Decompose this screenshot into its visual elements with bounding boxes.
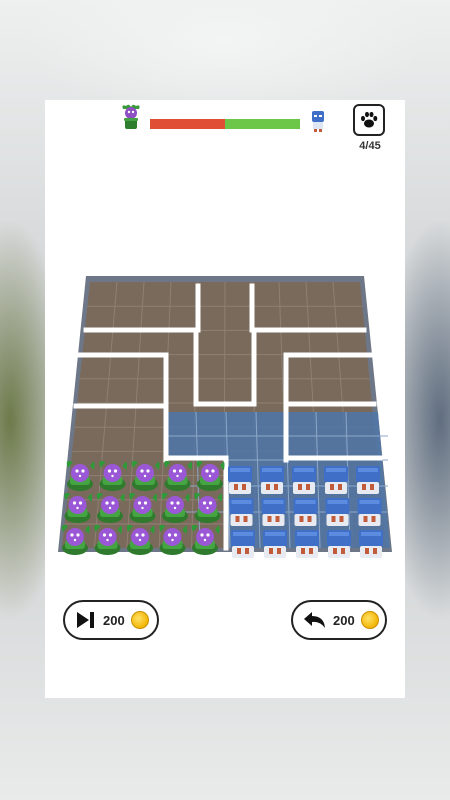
enemy-unit[interactable] xyxy=(260,466,284,494)
hud-bar: 4/45 xyxy=(45,100,405,160)
plant-monster-avatar-icon xyxy=(120,103,142,131)
level-counter: 4/45 xyxy=(359,140,381,152)
skip-cost: 200 xyxy=(103,612,125,628)
enemy-unit[interactable] xyxy=(228,466,252,494)
undo-arrow-icon xyxy=(304,612,325,628)
enemy-unit[interactable] xyxy=(356,466,380,494)
enemy-unit[interactable] xyxy=(231,530,255,558)
blue-robot-avatar-icon xyxy=(311,110,333,138)
enemy-unit[interactable] xyxy=(295,530,319,558)
skip-level-button[interactable]: 200 xyxy=(63,600,159,640)
enemy-units xyxy=(228,466,383,558)
progress-fill xyxy=(150,119,225,129)
skip-icon xyxy=(77,612,94,628)
battle-progress-bar xyxy=(150,119,300,129)
enemy-unit[interactable] xyxy=(293,498,318,526)
coin-icon xyxy=(130,611,149,629)
undo-move-button[interactable]: 200 xyxy=(291,600,387,640)
enemy-unit[interactable] xyxy=(263,530,287,558)
enemy-unit[interactable] xyxy=(357,498,382,526)
paw-icon xyxy=(361,111,378,128)
enemy-unit[interactable] xyxy=(325,498,350,526)
enemy-unit[interactable] xyxy=(327,530,351,558)
enemy-unit[interactable] xyxy=(292,466,316,494)
coin-icon xyxy=(360,611,379,629)
pet-collection-button[interactable] xyxy=(353,104,385,136)
enemy-unit[interactable] xyxy=(261,498,286,526)
enemy-unit[interactable] xyxy=(359,530,383,558)
enemy-unit[interactable] xyxy=(229,498,254,526)
undo-cost: 200 xyxy=(333,612,355,628)
enemy-unit[interactable] xyxy=(324,466,348,494)
game-screen: 4/45 200 200 xyxy=(45,100,405,698)
